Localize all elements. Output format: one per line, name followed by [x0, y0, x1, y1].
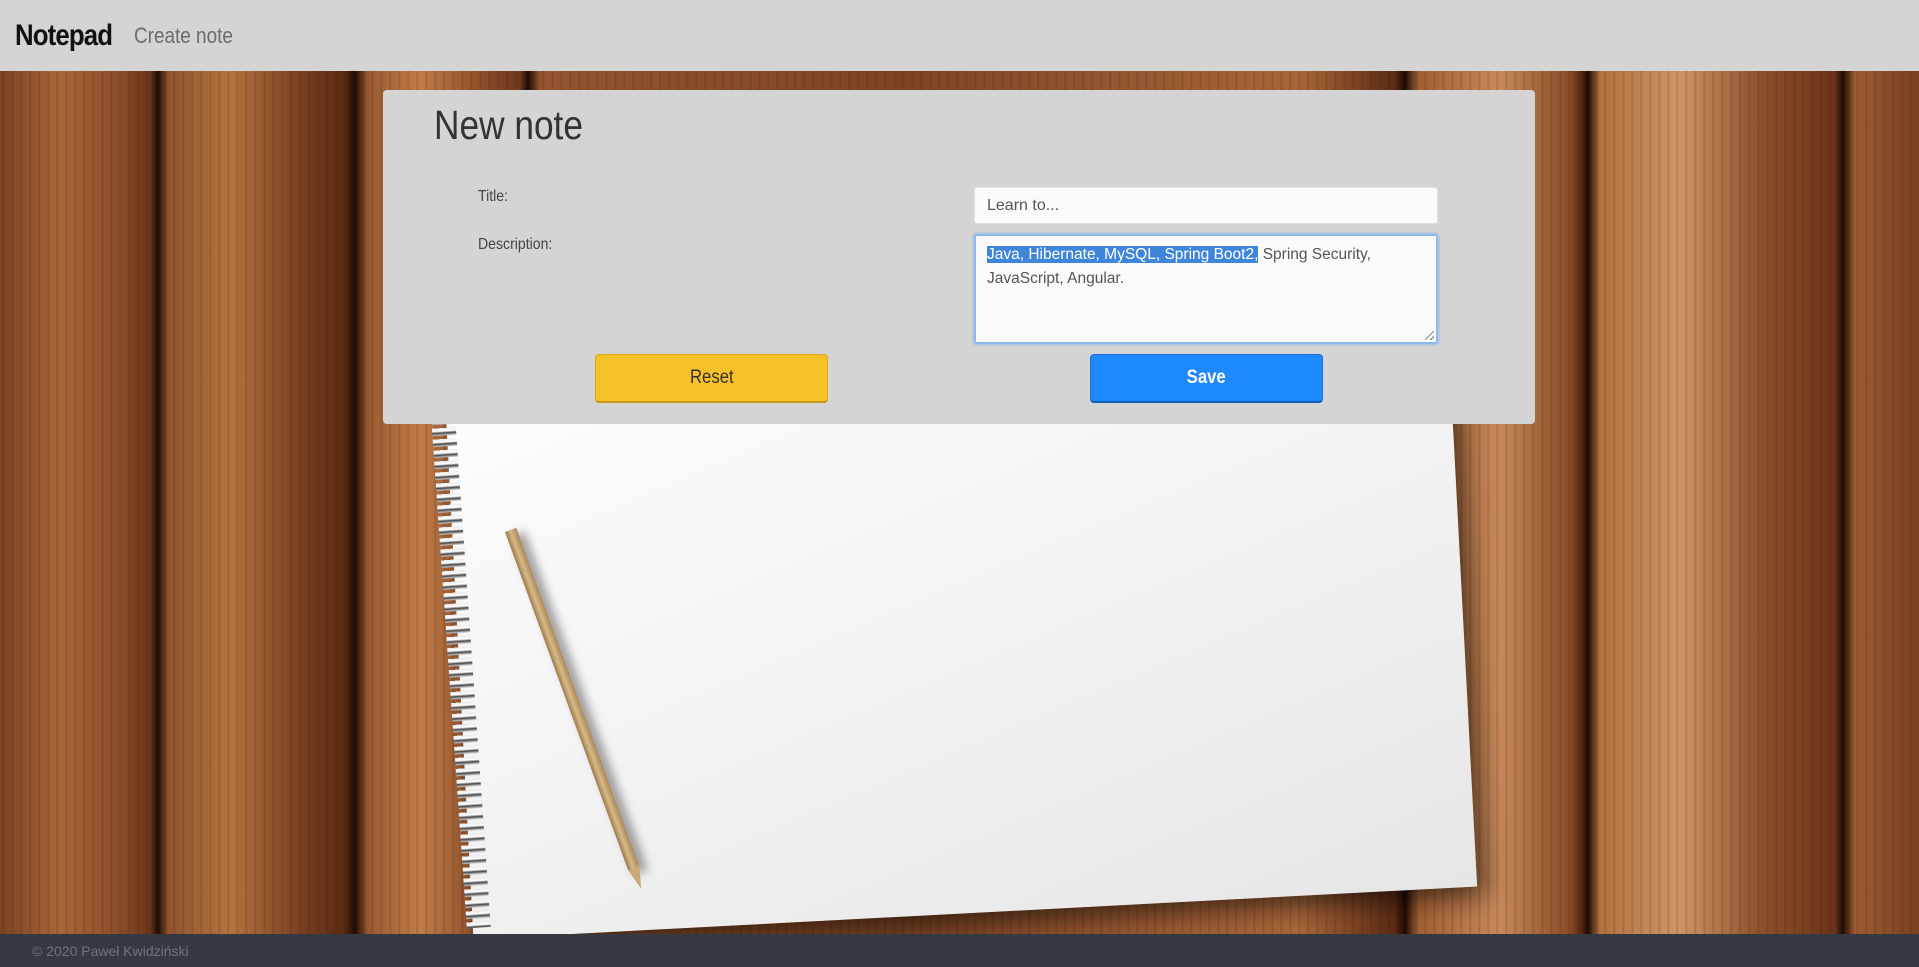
form-heading: New note	[434, 102, 583, 148]
brand-logo[interactable]: Notepad	[15, 19, 113, 53]
reset-button-label: Reset	[689, 367, 734, 388]
description-label: Description:	[478, 236, 553, 253]
copyright-text: © 2020 Paweł Kwidziński	[32, 942, 189, 959]
title-label: Title:	[478, 188, 508, 205]
title-input[interactable]	[974, 187, 1438, 224]
description-selected-text: Java, Hibernate, MySQL, Spring Boot2,	[987, 246, 1259, 263]
reset-button[interactable]: Reset	[595, 354, 828, 403]
navbar: Notepad Create note	[0, 0, 1919, 71]
footer: © 2020 Paweł Kwidziński	[0, 934, 1919, 967]
new-note-form: New note Title: Description: Java, Hiber…	[383, 90, 1535, 424]
nav-link-create-note[interactable]: Create note	[134, 23, 233, 49]
description-textarea[interactable]: Java, Hibernate, MySQL, Spring Boot2, Sp…	[974, 234, 1438, 344]
save-button[interactable]: Save	[1090, 354, 1323, 403]
resize-handle-icon[interactable]	[1425, 331, 1434, 340]
save-button-label: Save	[1186, 367, 1227, 388]
